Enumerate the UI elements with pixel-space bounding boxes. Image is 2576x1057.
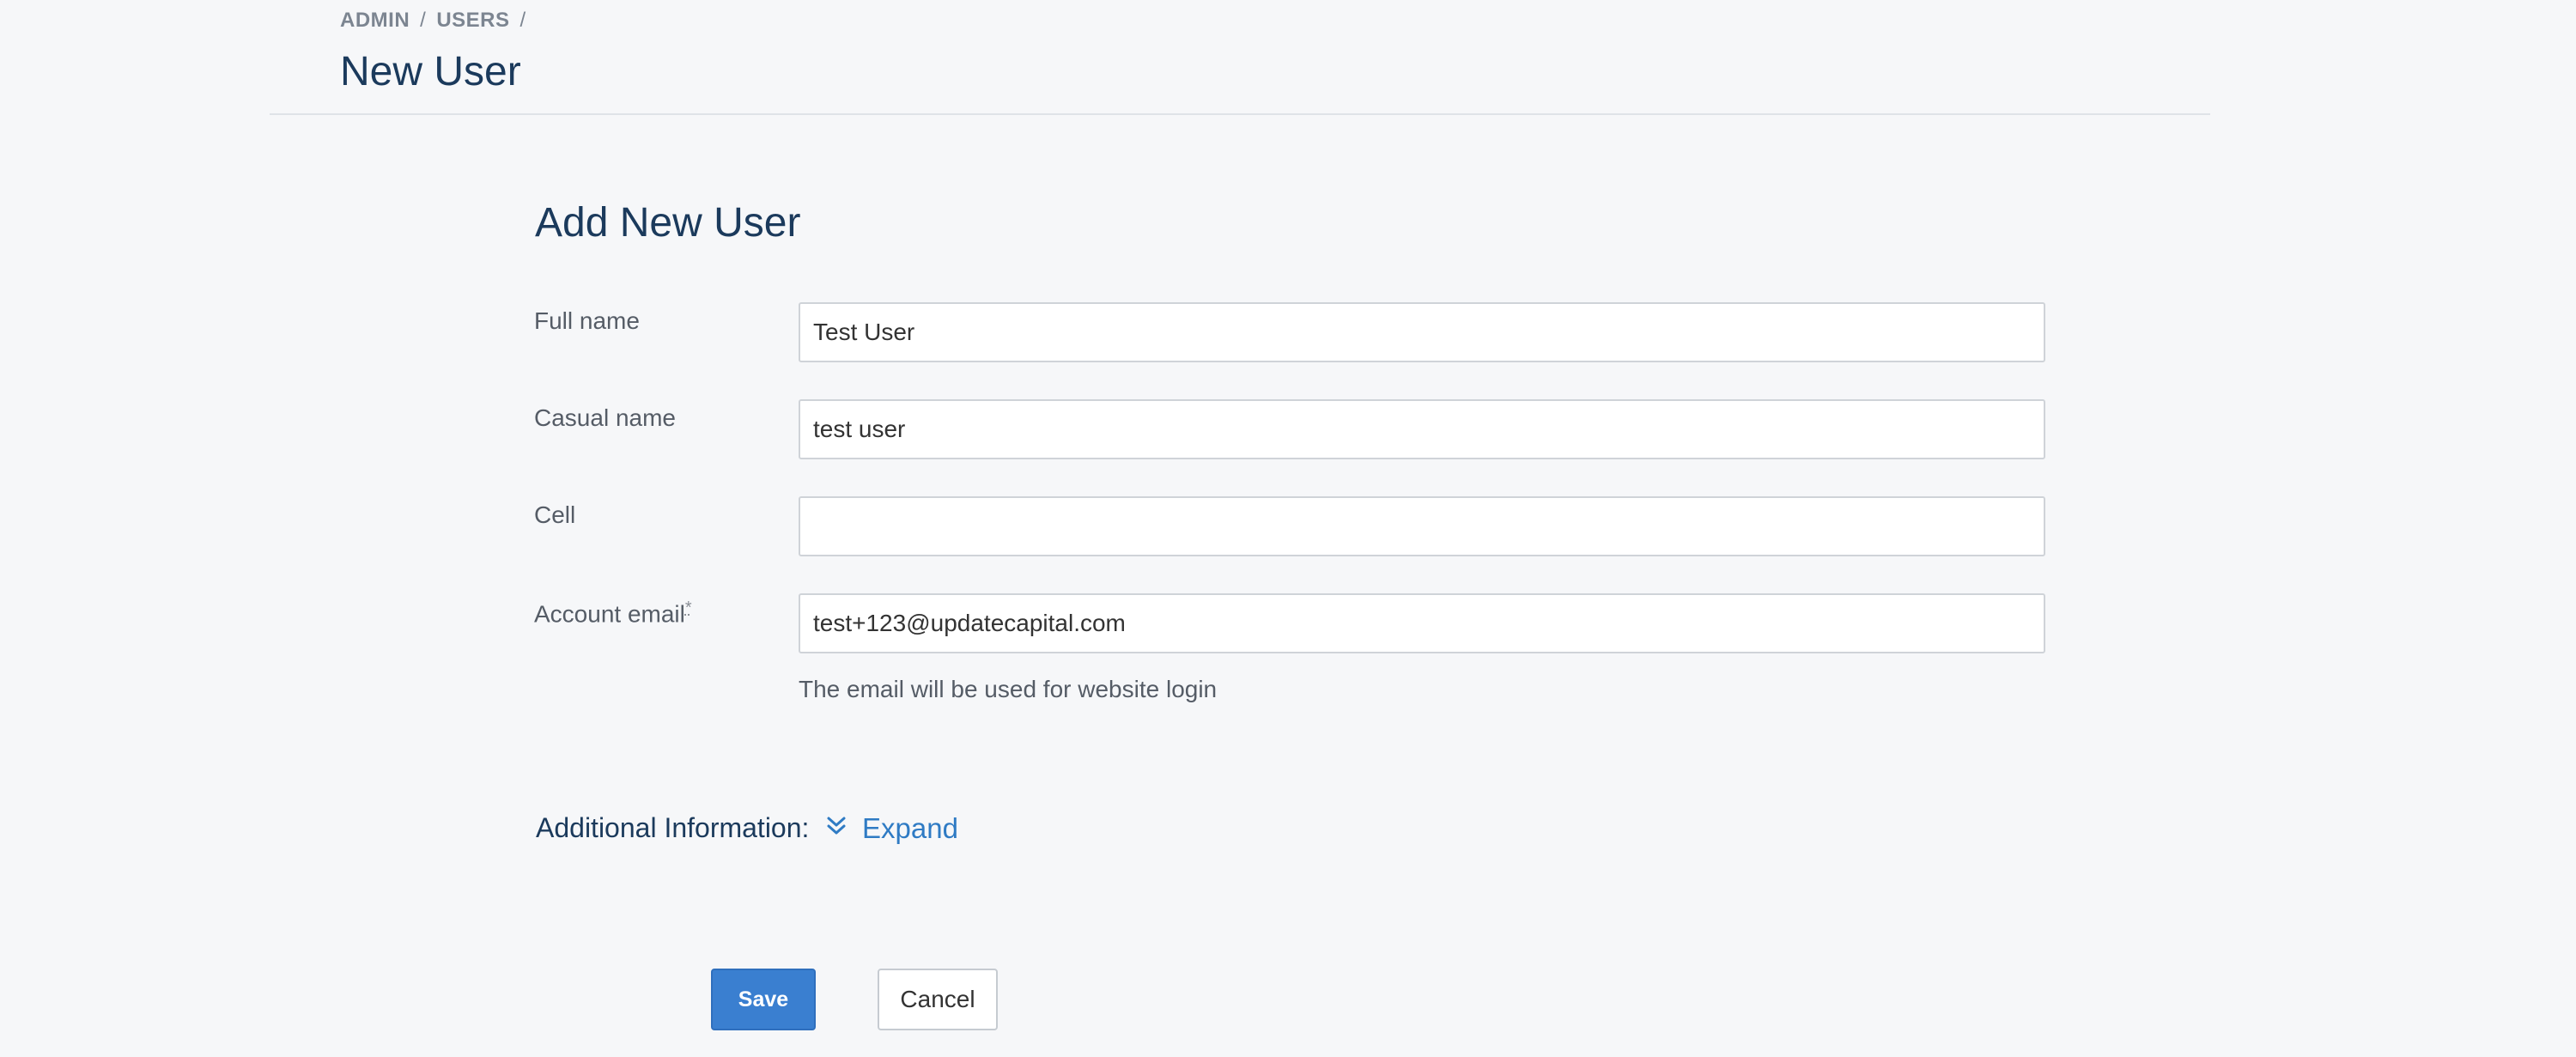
casual-name-label: Casual name — [534, 404, 676, 431]
breadcrumb-admin-link[interactable]: ADMIN — [340, 9, 410, 32]
double-chevron-down-icon — [824, 812, 862, 845]
expand-toggle[interactable]: Expand — [824, 812, 958, 845]
cell-input[interactable] — [799, 496, 2045, 556]
breadcrumb-separator: / — [420, 9, 427, 32]
save-button[interactable]: Save — [711, 969, 816, 1030]
casual-name-input[interactable] — [799, 399, 2045, 459]
account-email-input[interactable] — [799, 593, 2045, 653]
cell-label: Cell — [534, 501, 576, 528]
expand-label: Expand — [862, 812, 958, 844]
full-name-input[interactable] — [799, 302, 2045, 362]
page-header: ADMIN / USERS / New User — [270, 0, 2210, 115]
additional-information-label: Additional Information: — [536, 812, 810, 843]
form-title: Add New User — [535, 200, 801, 246]
page-title: New User — [340, 49, 521, 94]
breadcrumb-separator: / — [519, 9, 526, 32]
account-email-label-text: Account email — [534, 600, 685, 628]
account-email-label: Account email* — [534, 598, 692, 628]
required-marker: * — [684, 598, 692, 617]
cancel-button[interactable]: Cancel — [878, 969, 998, 1030]
breadcrumb-users-link[interactable]: USERS — [436, 9, 509, 32]
breadcrumb: ADMIN / USERS / — [340, 9, 537, 33]
full-name-label: Full name — [534, 307, 640, 334]
email-help-text: The email will be used for website login — [799, 676, 1218, 702]
